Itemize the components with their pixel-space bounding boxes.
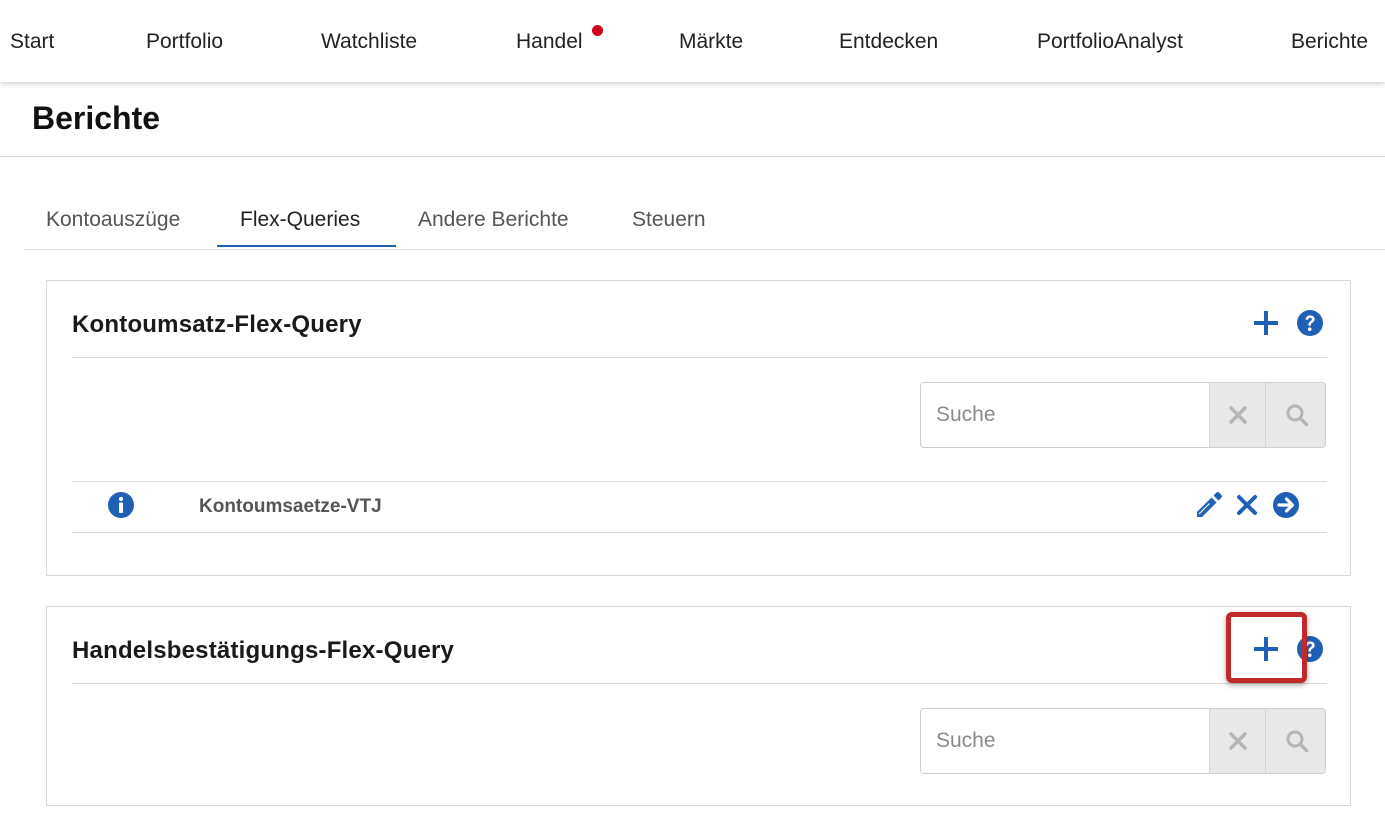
search-box: [920, 708, 1326, 774]
nav-item-portfolioanalyst[interactable]: PortfolioAnalyst: [1037, 30, 1183, 54]
search-input[interactable]: [921, 709, 1209, 773]
plus-icon: [1254, 637, 1278, 661]
edit-icon: [1197, 491, 1222, 517]
search-icon: [1286, 730, 1308, 753]
nav-item-start[interactable]: Start: [10, 30, 54, 54]
tab-kontoauszuege[interactable]: Kontoauszüge: [46, 208, 180, 232]
info-icon: [108, 492, 134, 518]
panel-header-divider: [72, 683, 1327, 684]
table-bottom-divider: [72, 532, 1327, 533]
help-icon: [1297, 636, 1323, 662]
table-top-divider: [72, 481, 1327, 482]
query-name[interactable]: Kontoumsaetze-VTJ: [199, 496, 382, 518]
help-icon: [1297, 310, 1323, 336]
notification-dot: [592, 25, 603, 36]
run-button[interactable]: [1271, 490, 1301, 520]
help-button[interactable]: [1295, 308, 1325, 338]
clear-search-button[interactable]: [1209, 383, 1265, 447]
tabs-divider: [24, 249, 1385, 250]
search-button[interactable]: [1265, 383, 1325, 447]
nav-item-portfolio[interactable]: Portfolio: [146, 30, 223, 54]
search-input[interactable]: [921, 383, 1209, 447]
nav-item-maerkte[interactable]: Märkte: [679, 30, 743, 54]
panel-title: Handelsbestätigungs-Flex-Query: [72, 637, 455, 664]
tab-flex-queries[interactable]: Flex-Queries: [240, 208, 360, 232]
panel-handelsbestaetigungs-flex-query: Handelsbestätigungs-Flex-Query: [46, 606, 1351, 806]
panel-kontoumsatz-flex-query: Kontoumsatz-Flex-Query Suche Kontoumsaet…: [46, 280, 1351, 576]
search-icon: [1286, 404, 1308, 427]
nav-item-berichte[interactable]: Berichte: [1291, 30, 1368, 54]
go-icon: [1273, 492, 1299, 518]
edit-button[interactable]: [1193, 490, 1223, 520]
panel-title: Kontoumsatz-Flex-Query: [72, 311, 362, 338]
search-box: [920, 382, 1326, 448]
header-divider: [0, 156, 1385, 157]
search-button[interactable]: [1265, 709, 1325, 773]
nav-item-entdecken[interactable]: Entdecken: [839, 30, 938, 54]
info-button[interactable]: [106, 490, 136, 520]
delete-button[interactable]: [1232, 490, 1262, 520]
tab-andere-berichte[interactable]: Andere Berichte: [418, 208, 569, 232]
clear-icon: [1228, 732, 1247, 750]
nav-item-watchliste[interactable]: Watchliste: [321, 30, 417, 54]
add-query-button[interactable]: [1251, 634, 1281, 664]
help-button[interactable]: [1295, 634, 1325, 664]
delete-icon: [1237, 495, 1257, 515]
nav-item-handel[interactable]: Handel: [516, 30, 583, 54]
add-query-button[interactable]: [1251, 308, 1281, 338]
tab-steuern[interactable]: Steuern: [632, 208, 706, 232]
clear-search-button[interactable]: [1209, 709, 1265, 773]
page-title: Berichte: [32, 100, 161, 136]
top-navigation: Start Portfolio Watchliste Handel Märkte…: [0, 0, 1385, 82]
panel-header-divider: [72, 357, 1327, 358]
active-tab-indicator: [217, 245, 396, 247]
plus-icon: [1254, 311, 1278, 335]
clear-icon: [1228, 406, 1247, 424]
